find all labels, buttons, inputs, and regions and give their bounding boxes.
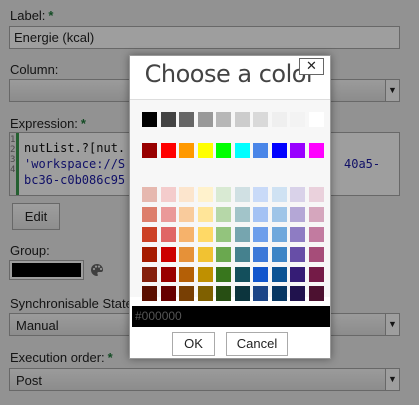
color-swatch[interactable] <box>197 112 213 127</box>
color-swatch[interactable] <box>160 247 176 262</box>
color-swatch[interactable] <box>216 187 231 202</box>
color-swatch[interactable] <box>253 247 268 262</box>
color-swatch[interactable] <box>160 267 176 282</box>
color-swatch[interactable] <box>160 286 176 301</box>
color-grid <box>130 99 330 301</box>
color-swatch[interactable] <box>308 112 324 127</box>
cancel-button[interactable]: Cancel <box>226 332 288 356</box>
color-swatch[interactable] <box>253 286 268 301</box>
color-swatch[interactable] <box>142 286 157 301</box>
color-picker-dialog: Choose a color ✕ #000000 OK Cancel <box>129 55 331 359</box>
color-swatch[interactable] <box>197 227 213 242</box>
color-swatch[interactable] <box>142 227 157 242</box>
color-swatch[interactable] <box>179 247 194 262</box>
color-swatch[interactable] <box>308 286 324 301</box>
color-swatch[interactable] <box>234 267 250 282</box>
color-swatch[interactable] <box>290 267 305 282</box>
color-swatch[interactable] <box>216 112 231 127</box>
color-swatch[interactable] <box>216 207 231 222</box>
color-swatch[interactable] <box>160 207 176 222</box>
color-swatch[interactable] <box>271 286 287 301</box>
color-swatch[interactable] <box>197 207 213 222</box>
color-swatch[interactable] <box>253 143 268 158</box>
color-swatch[interactable] <box>234 143 250 158</box>
color-swatch[interactable] <box>308 143 324 158</box>
color-swatch[interactable] <box>160 112 176 127</box>
ok-button[interactable]: OK <box>172 332 215 356</box>
color-swatch[interactable] <box>271 112 287 127</box>
color-swatch[interactable] <box>271 143 287 158</box>
color-swatch[interactable] <box>308 187 324 202</box>
color-swatch[interactable] <box>290 143 305 158</box>
color-swatch[interactable] <box>142 207 157 222</box>
color-swatch[interactable] <box>142 187 157 202</box>
color-swatch[interactable] <box>271 227 287 242</box>
color-swatch[interactable] <box>197 267 213 282</box>
color-swatch[interactable] <box>234 286 250 301</box>
hex-input[interactable]: #000000 <box>132 306 330 327</box>
color-swatch[interactable] <box>216 143 231 158</box>
color-swatch[interactable] <box>179 267 194 282</box>
color-swatch[interactable] <box>253 112 268 127</box>
color-swatch[interactable] <box>308 267 324 282</box>
color-swatch[interactable] <box>160 227 176 242</box>
color-swatch[interactable] <box>290 112 305 127</box>
color-swatch[interactable] <box>290 187 305 202</box>
color-swatch[interactable] <box>216 247 231 262</box>
color-swatch[interactable] <box>290 247 305 262</box>
color-swatch[interactable] <box>142 267 157 282</box>
color-swatch[interactable] <box>142 143 157 158</box>
close-button[interactable]: ✕ <box>299 58 324 75</box>
color-swatch[interactable] <box>290 207 305 222</box>
color-swatch[interactable] <box>179 286 194 301</box>
color-swatch[interactable] <box>234 112 250 127</box>
color-swatch[interactable] <box>197 143 213 158</box>
color-swatch[interactable] <box>160 143 176 158</box>
color-swatch[interactable] <box>253 227 268 242</box>
color-swatch[interactable] <box>271 207 287 222</box>
color-swatch[interactable] <box>160 187 176 202</box>
color-swatch[interactable] <box>253 187 268 202</box>
color-swatch[interactable] <box>271 247 287 262</box>
color-swatch[interactable] <box>216 267 231 282</box>
color-swatch[interactable] <box>216 227 231 242</box>
color-swatch[interactable] <box>234 247 250 262</box>
color-swatch[interactable] <box>234 207 250 222</box>
color-swatch[interactable] <box>142 247 157 262</box>
color-swatch[interactable] <box>308 247 324 262</box>
color-swatch[interactable] <box>179 227 194 242</box>
color-swatch[interactable] <box>253 267 268 282</box>
color-swatch[interactable] <box>142 112 157 127</box>
color-swatch[interactable] <box>290 227 305 242</box>
color-swatch[interactable] <box>234 227 250 242</box>
color-swatch[interactable] <box>179 207 194 222</box>
color-swatch[interactable] <box>179 187 194 202</box>
color-swatch[interactable] <box>234 187 250 202</box>
color-swatch[interactable] <box>253 207 268 222</box>
color-swatch[interactable] <box>308 227 324 242</box>
color-swatch[interactable] <box>308 207 324 222</box>
color-swatch[interactable] <box>197 247 213 262</box>
color-swatch[interactable] <box>179 112 194 127</box>
color-swatch[interactable] <box>197 187 213 202</box>
close-icon: ✕ <box>306 58 317 73</box>
color-swatch[interactable] <box>197 286 213 301</box>
color-swatch[interactable] <box>271 267 287 282</box>
color-swatch[interactable] <box>290 286 305 301</box>
color-swatch[interactable] <box>179 143 194 158</box>
color-swatch[interactable] <box>216 286 231 301</box>
color-swatch[interactable] <box>271 187 287 202</box>
